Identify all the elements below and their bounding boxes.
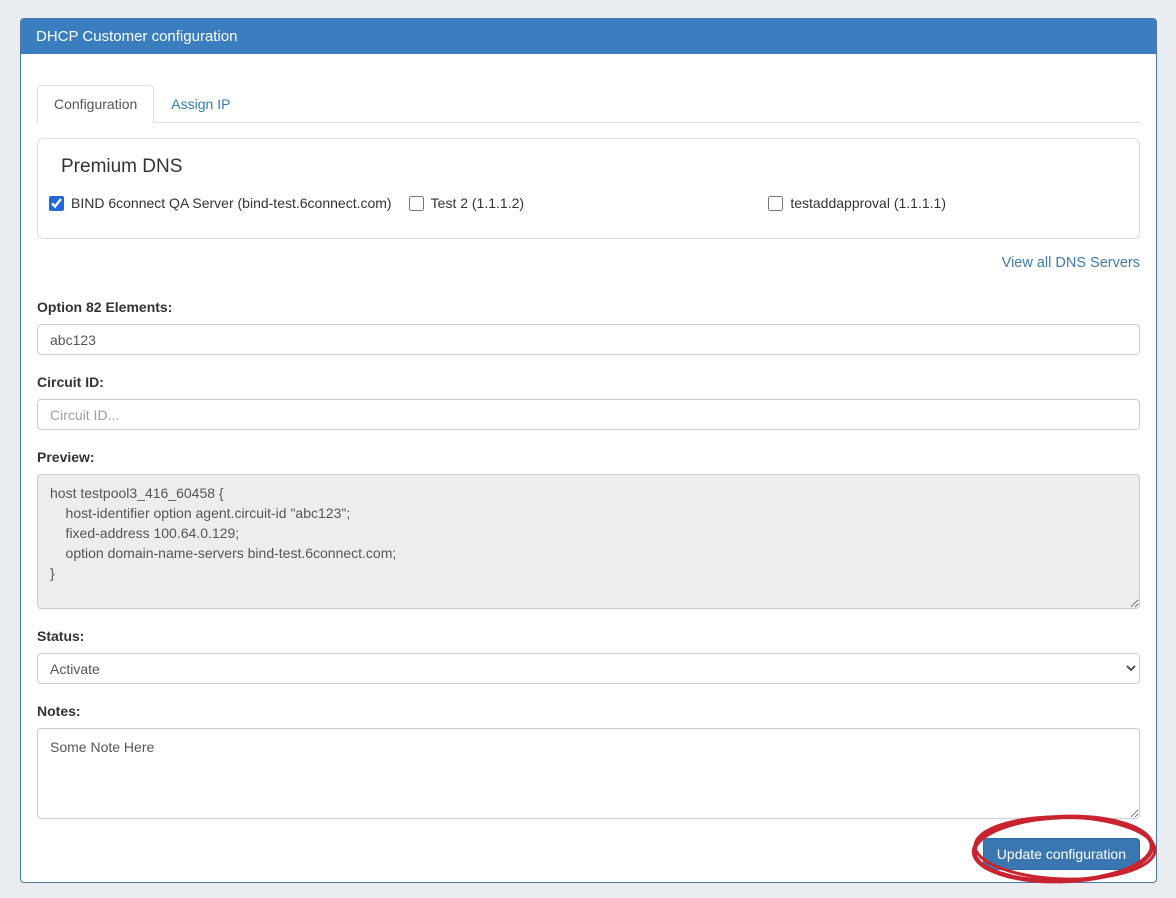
tab-configuration[interactable]: Configuration	[37, 85, 154, 123]
preview-textarea[interactable]: host testpool3_416_60458 { host-identifi…	[37, 474, 1140, 609]
dns-server-label: testaddapproval (1.1.1.1)	[790, 195, 946, 211]
dns-server-label: BIND 6connect QA Server (bind-test.6conn…	[71, 195, 392, 211]
premium-dns-section: Premium DNS BIND 6connect QA Server (bin…	[37, 138, 1140, 239]
notes-group: Notes: Some Note Here	[37, 703, 1140, 819]
status-group: Status: Activate	[37, 628, 1140, 684]
tab-assign-ip[interactable]: Assign IP	[154, 85, 247, 123]
button-row: Update configuration	[37, 838, 1140, 870]
page: DHCP Customer configuration Configuratio…	[0, 0, 1176, 898]
status-label: Status:	[37, 628, 1140, 644]
dns-server-option-bind[interactable]: BIND 6connect QA Server (bind-test.6conn…	[49, 195, 409, 211]
view-all-dns-link[interactable]: View all DNS Servers	[1002, 255, 1140, 271]
tab-bar: Configuration Assign IP	[37, 85, 1140, 123]
update-configuration-button[interactable]: Update configuration	[983, 838, 1140, 870]
preview-group: Preview: host testpool3_416_60458 { host…	[37, 449, 1140, 609]
view-all-dns-row: View all DNS Servers	[37, 255, 1140, 271]
dns-server-list: BIND 6connect QA Server (bind-test.6conn…	[49, 195, 1128, 211]
circuit-id-group: Circuit ID:	[37, 374, 1140, 430]
dns-server-checkbox-test2[interactable]	[409, 196, 424, 211]
dns-server-option-testaddapproval[interactable]: testaddapproval (1.1.1.1)	[768, 195, 1128, 211]
circuit-id-input[interactable]	[37, 399, 1140, 430]
option82-input[interactable]	[37, 324, 1140, 355]
panel-body: Configuration Assign IP Premium DNS BIND…	[21, 54, 1156, 889]
dns-server-label: Test 2 (1.1.1.2)	[431, 195, 524, 211]
dhcp-config-panel: DHCP Customer configuration Configuratio…	[20, 18, 1157, 883]
dns-server-option-test2[interactable]: Test 2 (1.1.1.2)	[409, 195, 769, 211]
option82-label: Option 82 Elements:	[37, 299, 1140, 315]
notes-label: Notes:	[37, 703, 1140, 719]
premium-dns-title: Premium DNS	[61, 156, 1128, 178]
circuit-id-label: Circuit ID:	[37, 374, 1140, 390]
notes-textarea[interactable]: Some Note Here	[37, 728, 1140, 819]
dns-server-checkbox-testaddapproval[interactable]	[768, 196, 783, 211]
panel-title: DHCP Customer configuration	[21, 19, 1156, 54]
dns-server-checkbox-bind[interactable]	[49, 196, 64, 211]
option82-group: Option 82 Elements:	[37, 299, 1140, 355]
preview-label: Preview:	[37, 449, 1140, 465]
status-select[interactable]: Activate	[37, 653, 1140, 684]
